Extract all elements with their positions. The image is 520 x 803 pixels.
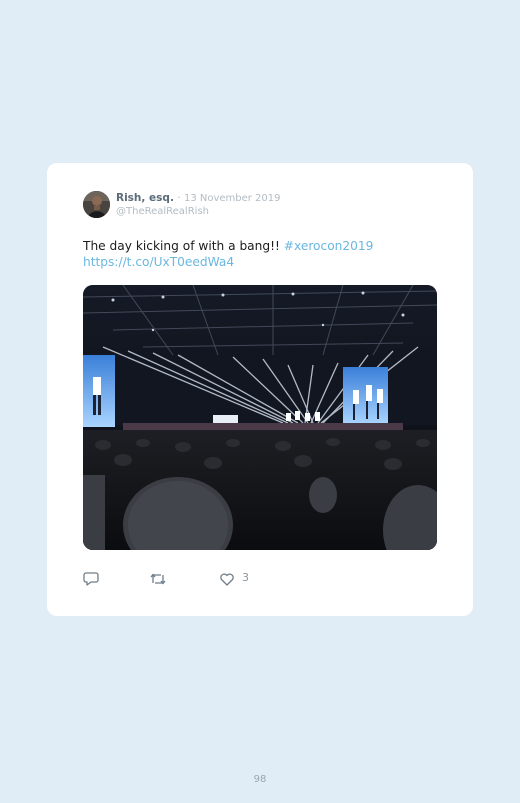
tweet-card: Rish, esq. · 13 November 2019 @TheRealRe… [47,163,473,616]
separator: · [173,192,184,204]
tweet-photo[interactable] [83,285,437,550]
tweet-header: Rish, esq. · 13 November 2019 [116,192,281,205]
like-group[interactable]: 3 [219,571,249,587]
author-handle[interactable]: @TheRealRealRish [116,206,209,218]
heart-icon[interactable] [219,572,235,591]
author-name[interactable]: Rish, esq. [116,192,174,204]
like-count: 3 [242,571,249,584]
avatar[interactable] [83,191,110,218]
tweet-date[interactable]: 13 November 2019 [184,193,281,204]
page-number: 98 [253,774,267,785]
tweet-url-link[interactable]: https://t.co/UxT0eedWa4 [83,255,234,269]
tweet-body: The day kicking of with a bang!! [83,239,284,253]
speech-bubble-icon[interactable] [83,571,99,587]
tweet-text: The day kicking of with a bang!! #xeroco… [83,238,443,270]
hashtag-link[interactable]: #xerocon2019 [284,239,374,253]
retweet-icon[interactable] [149,571,167,587]
